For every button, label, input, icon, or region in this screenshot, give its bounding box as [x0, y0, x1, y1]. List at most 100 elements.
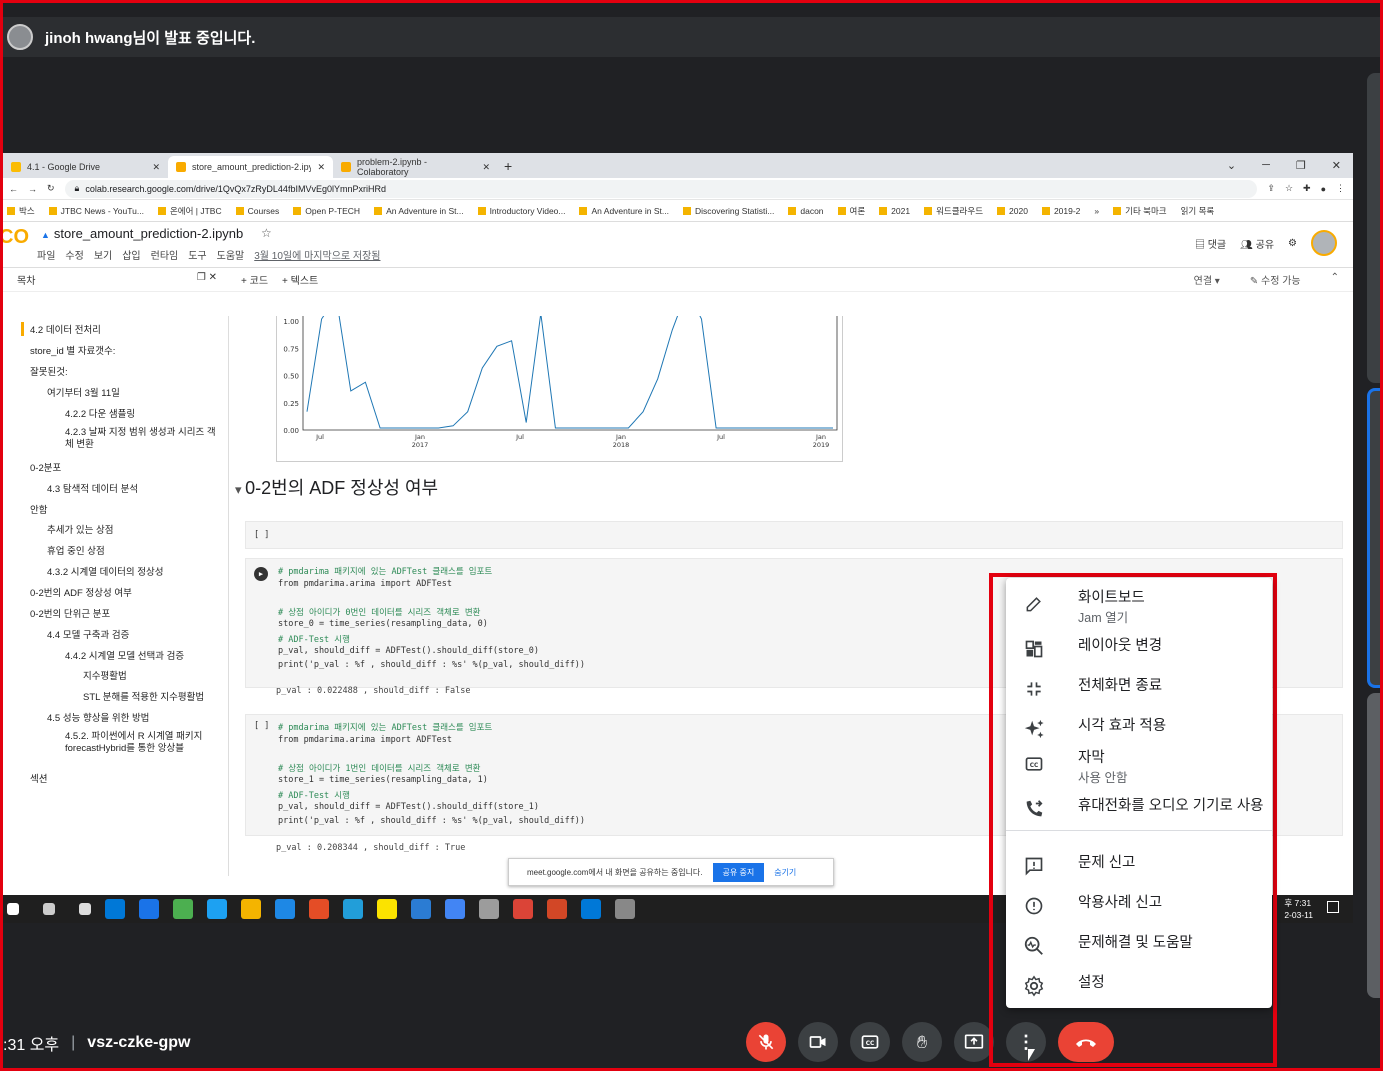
taskbar-app-icon[interactable] — [207, 899, 227, 919]
mic-off-button[interactable] — [746, 1022, 786, 1062]
bookmark-item[interactable]: 2019-2 — [1042, 206, 1080, 216]
star-icon[interactable]: ☆ — [261, 226, 272, 240]
menu-item-exit-fullscreen[interactable]: 전체화면 종료 — [1006, 674, 1272, 710]
last-saved-link[interactable]: 3월 10일에 마지막으로 저장됨 — [254, 247, 380, 262]
forward-icon[interactable]: → — [28, 184, 37, 194]
close-icon[interactable]: ✕ — [482, 162, 490, 173]
notification-icon[interactable] — [1327, 901, 1339, 913]
taskbar-app-icon[interactable] — [43, 903, 55, 915]
toc-item[interactable]: 4.4.2 시계열 모델 선택과 검증 — [65, 648, 184, 662]
toc-item[interactable]: 추세가 있는 상점 — [47, 522, 113, 536]
menu-item[interactable]: 도구 — [188, 247, 206, 262]
toc-item[interactable]: STL 분해를 적용한 지수평활법 — [83, 689, 204, 703]
share-icon[interactable]: ⇪ — [1267, 183, 1275, 194]
taskbar-app-icon[interactable] — [173, 899, 193, 919]
toc-item[interactable]: 4.5.2. 파이썬에서 R 시계열 패키지 forecastHybrid를 통… — [65, 731, 221, 755]
toc-item[interactable]: 0-2분포 — [30, 460, 61, 474]
menu-item-report[interactable]: 악용사례 신고 — [1006, 891, 1272, 927]
taskbar-app-icon[interactable] — [343, 899, 363, 919]
menu-item[interactable]: 보기 — [94, 247, 112, 262]
participant-tile[interactable] — [1367, 73, 1380, 383]
tab-google-drive[interactable]: 4.1 - Google Drive ✕ — [3, 156, 168, 178]
present-button[interactable] — [954, 1022, 994, 1062]
bookmarks-more-button[interactable]: » — [1094, 206, 1099, 216]
avatar[interactable] — [1311, 230, 1337, 256]
toc-item[interactable]: 0-2번의 ADF 정상성 여부 — [30, 585, 132, 599]
bookmark-item[interactable]: 온에어 | JTBC — [158, 205, 222, 217]
menu-item-phone-forward[interactable]: 휴대전화를 오디오 기기로 사용 — [1006, 794, 1272, 830]
chevron-down-icon[interactable]: ⌄ — [1227, 159, 1236, 172]
close-icon[interactable]: ✕ — [209, 272, 217, 283]
close-icon[interactable]: ✕ — [152, 162, 160, 173]
taskbar-app-icon[interactable] — [241, 899, 261, 919]
connect-button[interactable]: 연결 ▾ — [1194, 272, 1220, 287]
bookmark-item[interactable]: Courses — [236, 206, 280, 216]
comment-button[interactable]: ▤ 댓글 — [1195, 236, 1226, 251]
bookmark-item[interactable]: 여론 — [838, 205, 866, 217]
camera-button[interactable] — [798, 1022, 838, 1062]
more-icon[interactable]: ⋮ — [1336, 183, 1345, 194]
taskbar-app-icon[interactable] — [479, 899, 499, 919]
taskbar-app-icon[interactable] — [79, 903, 91, 915]
captions-button[interactable]: CC — [850, 1022, 890, 1062]
bookmark-item[interactable]: 워드클라우드 — [924, 205, 983, 217]
taskbar-app-icon[interactable] — [581, 899, 601, 919]
add-section-button[interactable]: 섹션 — [30, 771, 47, 785]
bookmark-item[interactable]: Open P-TECH — [293, 206, 360, 216]
menu-item-pencil[interactable]: 화이트보드 Jam 열기 — [1006, 586, 1272, 632]
menu-item-layout[interactable]: 레이아웃 변경 — [1006, 634, 1272, 670]
taskbar-app-icon[interactable] — [445, 899, 465, 919]
toc-item[interactable]: 여기부터 3월 11일 — [47, 385, 120, 399]
menu-item[interactable]: 삽입 — [122, 247, 140, 262]
other-bookmarks[interactable]: 기타 북마크 — [1113, 205, 1166, 217]
participant-tile-active[interactable] — [1367, 388, 1380, 688]
menu-item-settings[interactable]: 설정 — [1006, 971, 1272, 1007]
share-button[interactable]: 👥︎ 공유 — [1240, 236, 1274, 251]
profile-icon[interactable]: ● — [1321, 184, 1326, 194]
menu-item-sparkle[interactable]: 시각 효과 적용 — [1006, 714, 1272, 750]
menu-item[interactable]: 도움말 — [217, 247, 245, 262]
raise-hand-button[interactable]: ✋︎ — [902, 1022, 942, 1062]
taskbar-app-icon[interactable] — [377, 899, 397, 919]
menu-item[interactable]: 파일 — [37, 247, 55, 262]
toc-item[interactable]: 잘못된것: — [30, 364, 68, 378]
new-tab-button[interactable]: + — [498, 158, 518, 178]
bookmark-item[interactable]: 박스 — [7, 205, 35, 217]
empty-code-cell[interactable]: [ ] — [245, 521, 1343, 549]
close-window-icon[interactable]: ✕ — [1332, 159, 1341, 172]
toc-item[interactable]: 안함 — [30, 502, 47, 516]
notebook-title[interactable]: store_amount_prediction-2.ipynb — [41, 226, 243, 241]
taskbar-app-icon[interactable] — [105, 899, 125, 919]
toc-item[interactable]: 4.3 탐색적 데이터 분석 — [47, 481, 138, 495]
taskbar-app-icon[interactable] — [411, 899, 431, 919]
bookmark-item[interactable]: dacon — [788, 206, 823, 216]
bookmark-item[interactable]: An Adventure in St... — [579, 206, 669, 216]
menu-item-troubleshoot[interactable]: 문제해결 및 도움말 — [1006, 931, 1272, 967]
toc-item[interactable]: 4.5 성능 향상을 위한 방법 — [47, 710, 149, 724]
menu-item-feedback[interactable]: 문제 신고 — [1006, 851, 1272, 887]
url-field[interactable]: 🔒︎ colab.research.google.com/drive/1QvQx7… — [64, 179, 1258, 198]
menu-item[interactable]: 수정 — [65, 247, 83, 262]
stop-sharing-button[interactable]: 공유 중지 — [712, 862, 765, 882]
taskbar-app-icon[interactable] — [547, 899, 567, 919]
add-text-button[interactable]: + 텍스트 — [282, 272, 318, 287]
bookmark-item[interactable]: 2020 — [997, 206, 1028, 216]
toc-item[interactable]: 0-2번의 단위근 분포 — [30, 606, 110, 620]
bookmark-item[interactable]: 2021 — [879, 206, 910, 216]
taskbar-app-icon[interactable] — [139, 899, 159, 919]
chevron-up-icon[interactable]: ⌃ — [1331, 272, 1339, 287]
toc-item[interactable]: 4.2.2 다운 샘플링 — [65, 406, 135, 420]
participant-tile[interactable] — [1367, 693, 1380, 998]
bookmark-item[interactable]: Discovering Statisti... — [683, 206, 774, 216]
restore-icon[interactable]: ❐ — [1296, 159, 1306, 172]
star-icon[interactable]: ☆ — [1285, 183, 1293, 194]
toc-item[interactable]: 휴업 중인 상점 — [47, 543, 105, 557]
toc-item[interactable]: 4.2.3 날짜 지정 범위 생성과 시리즈 객체 변환 — [65, 427, 221, 451]
toc-item[interactable]: 4.3.2 시계열 데이터의 정상성 — [47, 564, 163, 578]
run-icon[interactable]: ▶ — [254, 567, 268, 581]
reload-icon[interactable]: ↻ — [47, 183, 55, 194]
bookmark-item[interactable]: JTBC News - YouTu... — [49, 206, 144, 216]
gear-icon[interactable]: ⚙ — [1288, 238, 1297, 249]
bookmark-item[interactable]: An Adventure in St... — [374, 206, 464, 216]
toc-item[interactable]: store_id 별 자료갯수: — [30, 343, 115, 357]
